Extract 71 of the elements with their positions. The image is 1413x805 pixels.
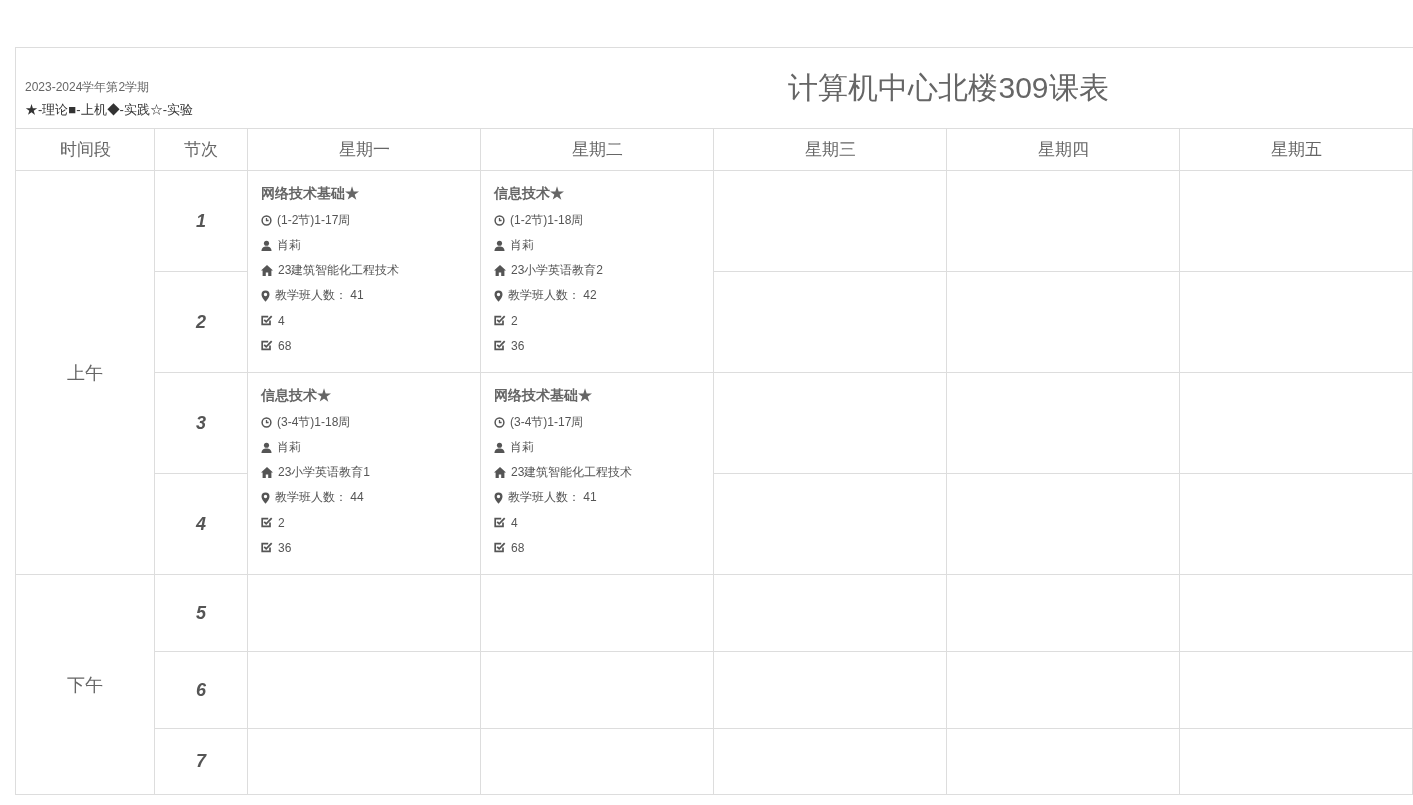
period-number: 1 <box>155 171 248 272</box>
checkbox-icon <box>494 340 506 351</box>
user-icon <box>494 240 505 251</box>
teacher-name: 肖莉 <box>277 439 301 456</box>
map-pin-icon <box>261 289 270 302</box>
teacher-name: 肖莉 <box>510 439 534 456</box>
legend-text: ★-理论■-上机◆-实践☆-实验 <box>25 101 195 119</box>
clock-icon <box>261 215 272 226</box>
check-value: 2 <box>511 313 518 328</box>
course-name: 网络技术基础★ <box>261 185 360 203</box>
period-number: 5 <box>155 575 248 652</box>
check-value: 4 <box>511 515 518 530</box>
column-header: 时间段 <box>16 129 155 171</box>
user-icon <box>261 240 272 251</box>
column-header: 星期三 <box>714 129 947 171</box>
map-pin-icon <box>494 491 503 504</box>
course-time: (1-2节)1-18周 <box>510 212 584 229</box>
check-value: 36 <box>278 540 292 555</box>
class-name: 23建筑智能化工程技术 <box>511 464 633 481</box>
checkbox-icon <box>261 315 273 326</box>
checkbox-icon <box>261 340 273 351</box>
clock-icon <box>494 417 505 428</box>
course-time: (1-2节)1-17周 <box>277 212 351 229</box>
check-value: 4 <box>278 313 285 328</box>
course-time: (3-4节)1-18周 <box>277 414 351 431</box>
class-name: 23小学英语教育2 <box>511 262 604 279</box>
period-number: 3 <box>155 373 248 474</box>
period-number: 7 <box>155 729 248 795</box>
column-header: 星期五 <box>1180 129 1413 171</box>
course-name: 信息技术★ <box>494 185 565 203</box>
class-size: 教学班人数： 41 <box>508 489 597 506</box>
teacher-name: 肖莉 <box>510 237 534 254</box>
user-icon <box>261 442 272 453</box>
class-name: 23小学英语教育1 <box>278 464 371 481</box>
class-size: 教学班人数： 41 <box>275 287 364 304</box>
session-label: 下午 <box>16 575 155 795</box>
course-name: 信息技术★ <box>261 387 332 405</box>
checkbox-icon <box>494 315 506 326</box>
column-header: 星期二 <box>481 129 714 171</box>
teacher-name: 肖莉 <box>277 237 301 254</box>
clock-icon <box>494 215 505 226</box>
home-icon <box>261 467 273 478</box>
map-pin-icon <box>261 491 270 504</box>
period-number: 2 <box>155 272 248 373</box>
semester-label: 2023-2024学年第2学期 <box>25 79 151 96</box>
checkbox-icon <box>494 542 506 553</box>
home-icon <box>261 265 273 276</box>
check-value: 2 <box>278 515 285 530</box>
class-name: 23建筑智能化工程技术 <box>278 262 400 279</box>
column-header: 星期一 <box>248 129 481 171</box>
map-pin-icon <box>494 289 503 302</box>
check-value: 68 <box>278 338 292 353</box>
check-value: 36 <box>511 338 525 353</box>
home-icon <box>494 265 506 276</box>
checkbox-icon <box>494 517 506 528</box>
column-header: 节次 <box>155 129 248 171</box>
period-number: 6 <box>155 652 248 729</box>
period-number: 4 <box>155 474 248 575</box>
checkbox-icon <box>261 517 273 528</box>
check-value: 68 <box>511 540 525 555</box>
user-icon <box>494 442 505 453</box>
class-size: 教学班人数： 44 <box>275 489 364 506</box>
course-time: (3-4节)1-17周 <box>510 414 584 431</box>
course-name: 网络技术基础★ <box>494 387 593 405</box>
column-header: 星期四 <box>947 129 1180 171</box>
clock-icon <box>261 417 272 428</box>
page-title: 计算机中心北楼309课表 <box>787 69 1110 106</box>
home-icon <box>494 467 506 478</box>
session-label: 上午 <box>16 171 155 575</box>
checkbox-icon <box>261 542 273 553</box>
class-size: 教学班人数： 42 <box>508 287 597 304</box>
